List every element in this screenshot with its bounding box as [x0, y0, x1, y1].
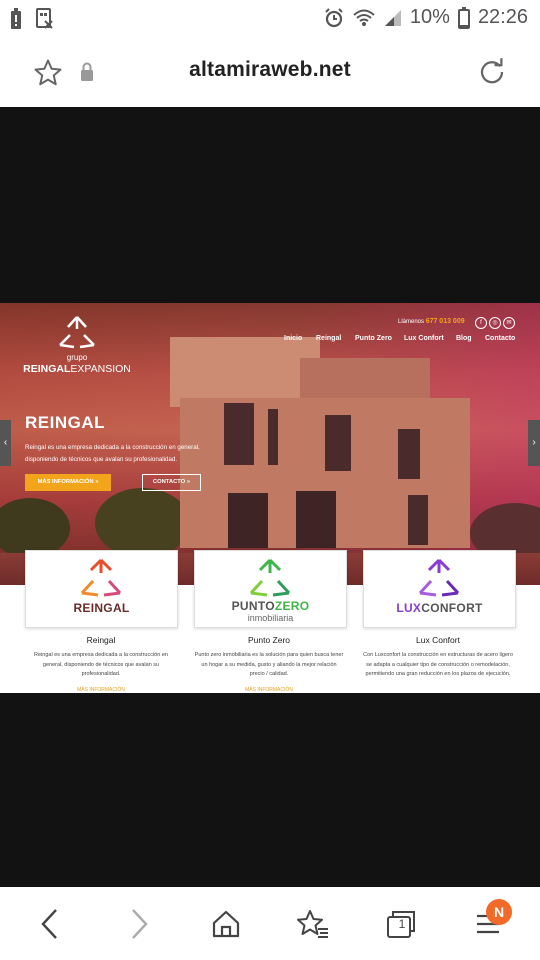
home-icon	[212, 910, 240, 937]
carousel-next-arrow-icon[interactable]: ›	[528, 420, 540, 466]
instagram-icon[interactable]: ◎	[489, 317, 501, 329]
column-title-lux-confort: Lux Confort	[416, 635, 460, 645]
column-desc-punto-zero: Punto zero inmobiliaria es la solución p…	[194, 652, 344, 678]
reingal-expansion-logo-icon[interactable]	[56, 315, 98, 351]
home-button[interactable]	[181, 887, 271, 960]
phone-label: Llámenos	[398, 319, 425, 325]
window	[325, 415, 351, 471]
email-icon[interactable]: ✉	[503, 317, 515, 329]
back-arrow-icon	[41, 908, 57, 939]
nav-contacto[interactable]: Contacto	[485, 335, 515, 342]
carousel-prev-arrow-icon[interactable]: ‹	[0, 420, 11, 466]
window	[228, 493, 268, 548]
battery-icon	[457, 6, 470, 29]
reingal-logo-icon	[80, 558, 122, 597]
phone-number[interactable]: 677 013 009	[426, 318, 465, 325]
signal-icon	[384, 9, 401, 26]
web-content-area[interactable]: grupo REINGALEXPANSION Llámenos 677 013 …	[0, 107, 540, 887]
column-more-punto-zero[interactable]: MÁS INFORMACIÓN	[194, 687, 344, 693]
hero-text: Reingal es una empresa dedicada a la con…	[25, 442, 200, 466]
menu-button[interactable]	[443, 887, 533, 960]
card-punto-zero-name: PUNTOZERO	[195, 599, 346, 613]
card-punto-zero-sub: inmobiliaria	[247, 613, 294, 623]
nav-inicio[interactable]: Inicio	[284, 335, 302, 342]
bookmarks-star-list-icon	[297, 909, 328, 938]
column-desc-lux-confort: Con Luxconfort la construcción en estruc…	[363, 652, 513, 678]
address-bar: altamiraweb.net	[0, 40, 540, 107]
card-lux-confort[interactable]: LUXCONFORT	[363, 550, 516, 628]
card-lux-confort-name: LUXCONFORT	[364, 601, 515, 615]
tabs-button[interactable]: 1	[356, 887, 446, 960]
contact-button[interactable]: CONTACTO »	[142, 474, 201, 491]
forward-arrow-icon	[132, 908, 148, 939]
bookmarks-button[interactable]	[268, 887, 358, 960]
window	[268, 409, 278, 465]
card-reingal-name: REINGAL	[73, 601, 130, 615]
sim-off-icon	[36, 8, 53, 29]
column-desc-reingal: Reingal es una empresa dedicada a la con…	[34, 652, 168, 678]
battery-alert-icon	[11, 8, 21, 29]
house-upper	[170, 337, 320, 407]
logo-text-expansion: EXPANSION	[70, 363, 131, 375]
card-punto-zero-name-a: PUNTO	[231, 599, 275, 613]
reload-icon[interactable]	[477, 57, 507, 87]
hero-banner: grupo REINGALEXPANSION Llámenos 677 013 …	[0, 303, 540, 585]
card-lux-confort-name-b: CONFORT	[421, 601, 483, 615]
alarm-icon	[325, 7, 343, 27]
browser-bottom-toolbar: 1	[0, 887, 540, 960]
nav-punto-zero[interactable]: Punto Zero	[355, 335, 392, 342]
facebook-icon[interactable]: f	[475, 317, 487, 329]
card-reingal[interactable]: REINGAL	[25, 550, 178, 628]
tree-shape	[95, 488, 190, 558]
back-button[interactable]	[5, 887, 95, 960]
hero-title: REINGAL	[25, 413, 105, 432]
lux-confort-logo-icon	[418, 558, 460, 597]
more-info-button[interactable]: MÁS INFORMACIÓN »	[25, 474, 111, 491]
logo-text: REINGALEXPANSION	[0, 363, 154, 375]
column-more-reingal[interactable]: MÁS INFORMACIÓN	[26, 687, 176, 693]
window	[224, 403, 254, 465]
logo-text-reingal: REINGAL	[23, 363, 71, 375]
status-bar: 10% 22:26	[0, 0, 540, 40]
notification-badge[interactable]: N	[486, 899, 512, 925]
hero-text-line-2: disponiendo de técnicos que avalan su pr…	[25, 455, 178, 463]
window	[398, 429, 420, 479]
column-title-reingal: Reingal	[86, 635, 116, 645]
forward-button[interactable]	[94, 887, 184, 960]
card-punto-zero[interactable]: PUNTOZERO inmobiliaria	[194, 550, 347, 628]
wifi-icon	[353, 9, 375, 26]
tab-count: 1	[398, 917, 406, 931]
window	[408, 495, 428, 545]
house-roof	[300, 358, 430, 398]
column-title-punto-zero: Punto Zero	[247, 635, 291, 645]
window	[296, 491, 336, 548]
card-punto-zero-name-b: ZERO	[274, 599, 310, 613]
website-preview[interactable]: grupo REINGALEXPANSION Llámenos 677 013 …	[0, 303, 540, 693]
battery-percent: 10%	[409, 6, 450, 28]
punto-zero-logo-icon	[249, 558, 291, 597]
logo-text-grupo: grupo	[66, 353, 88, 362]
url-text[interactable]: altamiraweb.net	[0, 58, 540, 82]
nav-reingal[interactable]: Reingal	[316, 335, 341, 342]
tree-shape	[0, 498, 70, 558]
clock: 22:26	[477, 6, 528, 28]
card-lux-confort-name-a: LUX	[396, 601, 422, 615]
phone-line: Llámenos 677 013 009	[398, 318, 465, 325]
nav-blog[interactable]: Blog	[456, 335, 472, 342]
hero-text-line-1: Reingal es una empresa dedicada a la con…	[25, 444, 200, 451]
nav-lux-confort[interactable]: Lux Confort	[404, 335, 444, 342]
